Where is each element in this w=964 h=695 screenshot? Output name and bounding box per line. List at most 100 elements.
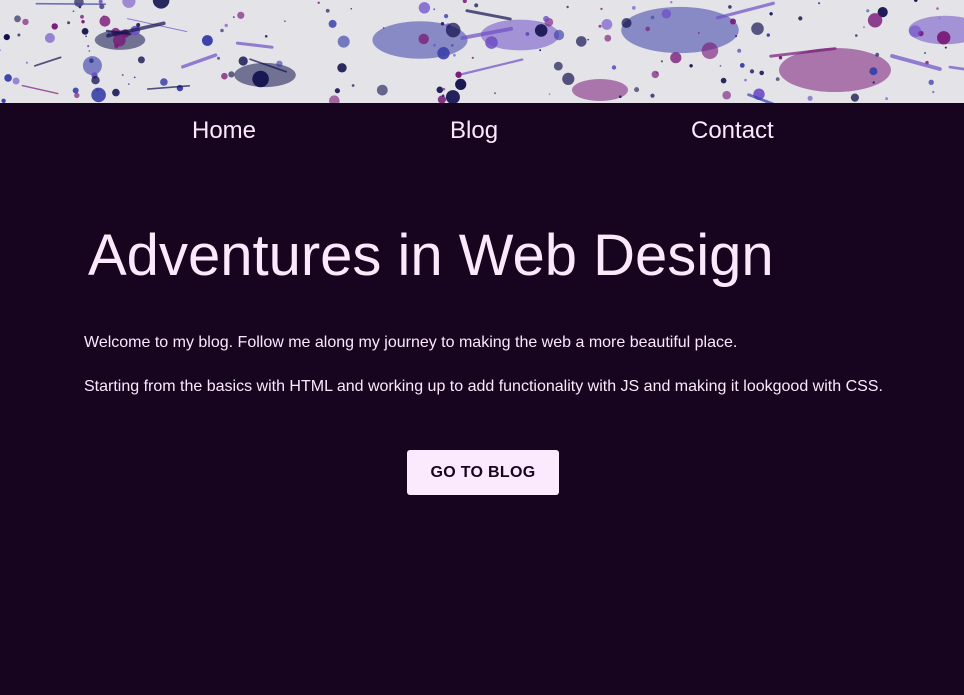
ink-drop (418, 33, 429, 45)
ink-drop (444, 14, 449, 19)
ink-drop (3, 34, 10, 41)
ink-drop (872, 81, 875, 84)
ink-drop (440, 22, 445, 26)
ink-drop (631, 6, 636, 10)
ink-streak (146, 85, 191, 90)
ink-drop (944, 46, 947, 49)
ink-drop (4, 74, 12, 82)
ink-drop (548, 93, 551, 95)
ink-drop (936, 7, 939, 10)
ink-drop (337, 35, 350, 48)
ink-drop (462, 0, 467, 4)
ink-drop (737, 48, 742, 53)
ink-drop (651, 70, 659, 79)
ink-drop (924, 52, 926, 54)
ink-drop (382, 27, 385, 29)
ink-drop (766, 33, 770, 37)
ink-drop (650, 93, 655, 98)
intro-paragraph-basics: Starting from the basics with HTML and w… (84, 378, 883, 395)
ink-drop (44, 33, 55, 43)
ink-streak (21, 84, 59, 95)
ink-drop (317, 1, 320, 4)
ink-drop (455, 78, 467, 90)
ink-drop (137, 56, 145, 64)
ink-drop (25, 61, 28, 64)
ink-drop (376, 84, 388, 96)
ink-drop (807, 95, 813, 101)
ink-drop (562, 72, 575, 85)
ink-drop (451, 44, 454, 47)
ink-drop (937, 31, 951, 45)
ink-drop (337, 63, 347, 73)
ink-drop (553, 29, 565, 41)
ink-splatter-image (0, 0, 964, 103)
nav-link-blog[interactable]: Blog (450, 117, 498, 145)
ink-drop (914, 0, 918, 2)
ink-drop (759, 70, 764, 76)
ink-drop (82, 56, 102, 76)
ink-drop (418, 2, 431, 14)
ink-drop (818, 2, 821, 5)
ink-drop (739, 63, 745, 68)
ink-drop (91, 87, 106, 103)
ink-drop (81, 28, 89, 35)
ink-drop (445, 90, 460, 103)
nav-link-home[interactable]: Home (192, 117, 256, 145)
ink-drop (697, 32, 700, 34)
ink-drop (328, 19, 337, 28)
ink-drop (78, 5, 82, 9)
ink-drop (455, 71, 462, 78)
ink-drop (670, 1, 673, 4)
ink-drop (88, 50, 91, 52)
ink-drop (453, 53, 456, 57)
ink-streak (948, 65, 964, 71)
ink-drop (351, 84, 355, 87)
ink-drop (749, 69, 755, 74)
ink-drop (80, 14, 84, 19)
ink-drop (437, 47, 450, 60)
ink-drop (121, 74, 124, 76)
ink-drop (869, 67, 878, 76)
ink-drop (587, 38, 590, 41)
ink-drop (611, 65, 617, 70)
ink-drop (160, 78, 168, 86)
ink-drop (525, 32, 530, 36)
ink-drop (600, 7, 603, 11)
ink-drop (619, 95, 622, 98)
ink-drop (863, 26, 865, 29)
ink-drop (604, 34, 612, 42)
main-nav: Home Blog Contact (0, 103, 964, 163)
ink-drop (85, 35, 87, 38)
ink-drop (866, 9, 870, 13)
page-title: Adventures in Web Design (88, 223, 774, 288)
ink-drop (601, 19, 613, 30)
nav-link-contact[interactable]: Contact (691, 117, 774, 145)
ink-drop (334, 88, 340, 94)
ink-drop (81, 20, 85, 24)
ink-drop (325, 8, 330, 13)
ink-drop (885, 97, 888, 100)
ink-drop (798, 16, 803, 21)
ink-drop (232, 16, 235, 19)
ink-streak (461, 58, 524, 76)
ink-drop (494, 92, 496, 95)
ink-drop (621, 18, 632, 28)
ink-drop (932, 90, 935, 94)
ink-drop (485, 36, 498, 49)
go-to-blog-button[interactable]: GO TO BLOG (407, 450, 559, 495)
ink-drop (220, 28, 224, 33)
ink-drop (112, 88, 120, 97)
ink-drop (442, 87, 446, 91)
ink-drop (217, 56, 220, 60)
ink-drop (855, 34, 858, 37)
ink-drop (202, 35, 213, 46)
ink-streak (235, 41, 274, 49)
ink-drop (128, 83, 130, 85)
ink-drop (12, 77, 20, 85)
ink-drop (67, 21, 71, 25)
ink-drop (576, 36, 587, 47)
ink-drop (72, 87, 79, 94)
ink-drop (634, 87, 640, 93)
ink-drop (445, 22, 461, 38)
ink-drop (329, 95, 340, 103)
